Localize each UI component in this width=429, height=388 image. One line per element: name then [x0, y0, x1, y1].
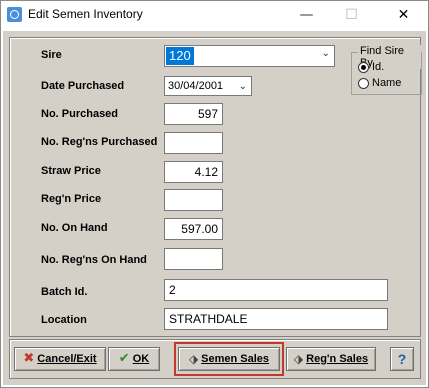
- close-button[interactable]: ✕: [381, 1, 426, 29]
- green-check-icon: ✔: [118, 351, 130, 367]
- no-on-hand-label: No. On Hand: [41, 222, 108, 234]
- no-regns-purchased-input[interactable]: [164, 132, 223, 154]
- no-regns-on-hand-label: No. Reg'ns On Hand: [41, 254, 147, 266]
- straw-price-label: Straw Price: [41, 165, 101, 177]
- find-by-id-label: Id.: [372, 61, 385, 73]
- ok-button[interactable]: ✔ OK: [108, 347, 160, 371]
- red-x-icon: ✖: [23, 351, 35, 367]
- semen-sales-highlight: [174, 342, 284, 376]
- no-purchased-input[interactable]: 597: [164, 103, 223, 125]
- client-area: Sire 120 ⌄ Date Purchased 30/04/2001 ⌄ N…: [3, 31, 426, 385]
- ok-label: OK: [132, 353, 150, 365]
- date-purchased-label: Date Purchased: [41, 80, 125, 92]
- straw-price-input[interactable]: 4.12: [164, 161, 223, 183]
- regn-price-label: Reg'n Price: [41, 193, 102, 205]
- find-by-id-radio[interactable]: Id.: [358, 61, 384, 73]
- regn-sales-button[interactable]: ⬗ Reg'n Sales: [286, 347, 376, 371]
- app-icon: [7, 7, 22, 22]
- no-on-hand-input[interactable]: 597.00: [164, 218, 223, 240]
- help-icon: ?: [397, 351, 407, 367]
- no-regns-on-hand-input[interactable]: [164, 248, 223, 270]
- date-purchased-picker[interactable]: 30/04/2001 ⌄: [164, 76, 252, 96]
- inventory-form-panel: Sire 120 ⌄ Date Purchased 30/04/2001 ⌄ N…: [9, 37, 422, 337]
- title-bar: Edit Semen Inventory — ☐ ✕: [1, 1, 428, 29]
- radio-unselected-icon[interactable]: [358, 77, 369, 89]
- chevron-down-icon[interactable]: ⌄: [239, 78, 247, 96]
- find-by-name-label: Name: [372, 77, 402, 89]
- radio-selected-icon[interactable]: [358, 61, 369, 73]
- regn-price-input[interactable]: [164, 189, 223, 211]
- button-bar: ✖ Cancel/Exit ✔ OK ⬗ Semen Sales ⬗ Reg'n Sal…: [9, 339, 421, 379]
- date-purchased-value: 30/04/2001: [168, 80, 224, 92]
- batch-id-input[interactable]: 2: [164, 279, 388, 301]
- no-purchased-label: No. Purchased: [41, 108, 119, 120]
- cancel-exit-label: Cancel/Exit: [37, 353, 97, 365]
- edit-semen-inventory-window: Edit Semen Inventory — ☐ ✕ Sire 120 ⌄ Da…: [0, 0, 429, 388]
- sire-value: 120: [166, 47, 194, 65]
- location-label: Location: [41, 314, 87, 326]
- help-button[interactable]: ?: [390, 347, 414, 371]
- find-by-name-radio[interactable]: Name: [358, 77, 401, 89]
- window-title: Edit Semen Inventory: [28, 7, 143, 21]
- chevron-down-icon[interactable]: ⌄: [322, 48, 330, 59]
- cancel-exit-button[interactable]: ✖ Cancel/Exit: [14, 347, 106, 371]
- location-input[interactable]: STRATHDALE: [164, 308, 388, 330]
- sire-combo[interactable]: 120 ⌄: [164, 45, 335, 67]
- sire-label: Sire: [41, 49, 62, 61]
- minimize-button[interactable]: —: [284, 1, 329, 29]
- eraser-icon: ⬗: [293, 352, 304, 367]
- batch-id-label: Batch Id.: [41, 286, 88, 298]
- find-sire-by-group: Find Sire By Id. Name: [351, 45, 422, 95]
- maximize-button[interactable]: ☐: [329, 1, 374, 29]
- no-regns-purchased-label: No. Reg'ns Purchased: [41, 136, 158, 148]
- regn-sales-label: Reg'n Sales: [306, 353, 369, 365]
